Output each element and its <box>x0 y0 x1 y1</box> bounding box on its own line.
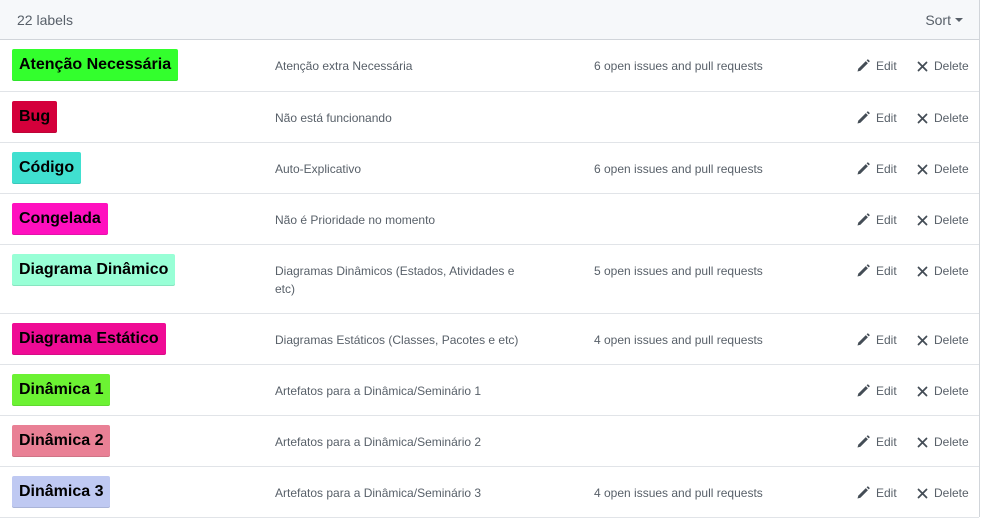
caret-down-icon <box>955 17 963 22</box>
label-issues-link[interactable]: 6 open issues and pull requests <box>594 160 763 178</box>
close-icon <box>917 61 934 72</box>
labels-count: 22 labels <box>17 11 74 28</box>
label-issues-link[interactable]: 5 open issues and pull requests <box>594 262 763 280</box>
edit-label: Edit <box>876 162 897 176</box>
edit-button[interactable]: Edit <box>856 433 897 451</box>
labels-header: 22 labels Sort <box>0 0 979 40</box>
label-issues-link[interactable]: 4 open issues and pull requests <box>594 331 763 349</box>
label-description: Não está funcionando <box>275 111 392 125</box>
label-name-pill[interactable]: Dinâmica 2 <box>12 425 111 457</box>
edit-label: Edit <box>876 264 897 278</box>
label-name-pill[interactable]: Diagrama Dinâmico <box>12 254 176 286</box>
pencil-icon <box>856 384 876 398</box>
delete-button[interactable]: Delete <box>917 211 969 229</box>
close-icon <box>917 488 934 499</box>
label-description: Atenção extra Necessária <box>275 59 413 73</box>
label-row: Dinâmica 1 Artefatos para a Dinâmica/Semi… <box>0 365 979 416</box>
pencil-icon <box>856 435 876 449</box>
label-name-pill[interactable]: Código <box>12 152 82 184</box>
delete-button[interactable]: Delete <box>917 382 969 400</box>
close-icon <box>917 215 934 226</box>
sort-label: Sort <box>925 11 951 28</box>
delete-button[interactable]: Delete <box>917 57 969 75</box>
delete-button[interactable]: Delete <box>917 484 969 502</box>
delete-label: Delete <box>934 333 969 347</box>
edit-button[interactable]: Edit <box>856 211 897 229</box>
pencil-icon <box>856 162 876 176</box>
labels-list: 22 labels Sort Atenção Necessária Atenção… <box>0 0 980 518</box>
label-row: Bug Não está funcionando Edit Delete <box>0 92 979 143</box>
pencil-icon <box>856 486 876 500</box>
label-row: Atenção Necessária Atenção extra Necessár… <box>0 40 979 92</box>
pencil-icon <box>856 59 876 73</box>
pencil-icon <box>856 333 876 347</box>
edit-button[interactable]: Edit <box>856 382 897 400</box>
pencil-icon <box>856 264 876 278</box>
edit-button[interactable]: Edit <box>856 160 897 178</box>
close-icon <box>917 266 934 277</box>
label-name-pill[interactable]: Dinâmica 1 <box>12 374 111 406</box>
label-description: Diagramas Dinâmicos (Estados, Atividades… <box>275 264 515 296</box>
label-name-pill[interactable]: Dinâmica 3 <box>12 476 111 508</box>
edit-label: Edit <box>876 59 897 73</box>
label-row: Dinâmica 3 Artefatos para a Dinâmica/Semi… <box>0 467 979 518</box>
close-icon <box>917 386 934 397</box>
edit-label: Edit <box>876 435 897 449</box>
edit-label: Edit <box>876 333 897 347</box>
label-description: Auto-Explicativo <box>275 162 362 176</box>
label-row: Congelada Não é Prioridade no momento Edit… <box>0 194 979 245</box>
delete-label: Delete <box>934 384 969 398</box>
label-description: Diagramas Estáticos (Classes, Pacotes e … <box>275 333 519 347</box>
edit-button[interactable]: Edit <box>856 262 897 280</box>
delete-label: Delete <box>934 213 969 227</box>
label-description: Artefatos para a Dinâmica/Seminário 2 <box>275 435 482 449</box>
delete-label: Delete <box>934 111 969 125</box>
label-name-pill[interactable]: Atenção Necessária <box>12 49 179 81</box>
close-icon <box>917 335 934 346</box>
label-rows: Atenção Necessária Atenção extra Necessár… <box>0 40 979 518</box>
close-icon <box>917 437 934 448</box>
label-issues-link[interactable]: 4 open issues and pull requests <box>594 484 763 502</box>
delete-label: Delete <box>934 435 969 449</box>
sort-dropdown[interactable]: Sort <box>925 12 963 28</box>
label-description: Artefatos para a Dinâmica/Seminário 1 <box>275 384 482 398</box>
delete-label: Delete <box>934 264 969 278</box>
delete-button[interactable]: Delete <box>917 109 969 127</box>
delete-button[interactable]: Delete <box>917 160 969 178</box>
edit-button[interactable]: Edit <box>856 109 897 127</box>
edit-label: Edit <box>876 486 897 500</box>
label-name-pill[interactable]: Congelada <box>12 203 108 235</box>
edit-label: Edit <box>876 213 897 227</box>
close-icon <box>917 113 934 124</box>
label-name-pill[interactable]: Diagrama Estático <box>12 323 166 355</box>
delete-button[interactable]: Delete <box>917 331 969 349</box>
delete-label: Delete <box>934 59 969 73</box>
label-row: Diagrama Dinâmico Diagramas Dinâmicos (Es… <box>0 245 979 314</box>
delete-button[interactable]: Delete <box>917 262 969 280</box>
delete-label: Delete <box>934 162 969 176</box>
delete-button[interactable]: Delete <box>917 433 969 451</box>
close-icon <box>917 164 934 175</box>
edit-button[interactable]: Edit <box>856 57 897 75</box>
delete-label: Delete <box>934 486 969 500</box>
label-row: Diagrama Estático Diagramas Estáticos (Cl… <box>0 314 979 365</box>
edit-button[interactable]: Edit <box>856 331 897 349</box>
label-row: Dinâmica 2 Artefatos para a Dinâmica/Semi… <box>0 416 979 467</box>
label-name-pill[interactable]: Bug <box>12 101 58 133</box>
label-issues-link[interactable]: 6 open issues and pull requests <box>594 57 763 75</box>
pencil-icon <box>856 111 876 125</box>
label-description: Não é Prioridade no momento <box>275 213 436 227</box>
label-description: Artefatos para a Dinâmica/Seminário 3 <box>275 486 482 500</box>
edit-label: Edit <box>876 111 897 125</box>
pencil-icon <box>856 213 876 227</box>
label-row: Código Auto-Explicativo 6 open issues and … <box>0 143 979 194</box>
edit-button[interactable]: Edit <box>856 484 897 502</box>
edit-label: Edit <box>876 384 897 398</box>
